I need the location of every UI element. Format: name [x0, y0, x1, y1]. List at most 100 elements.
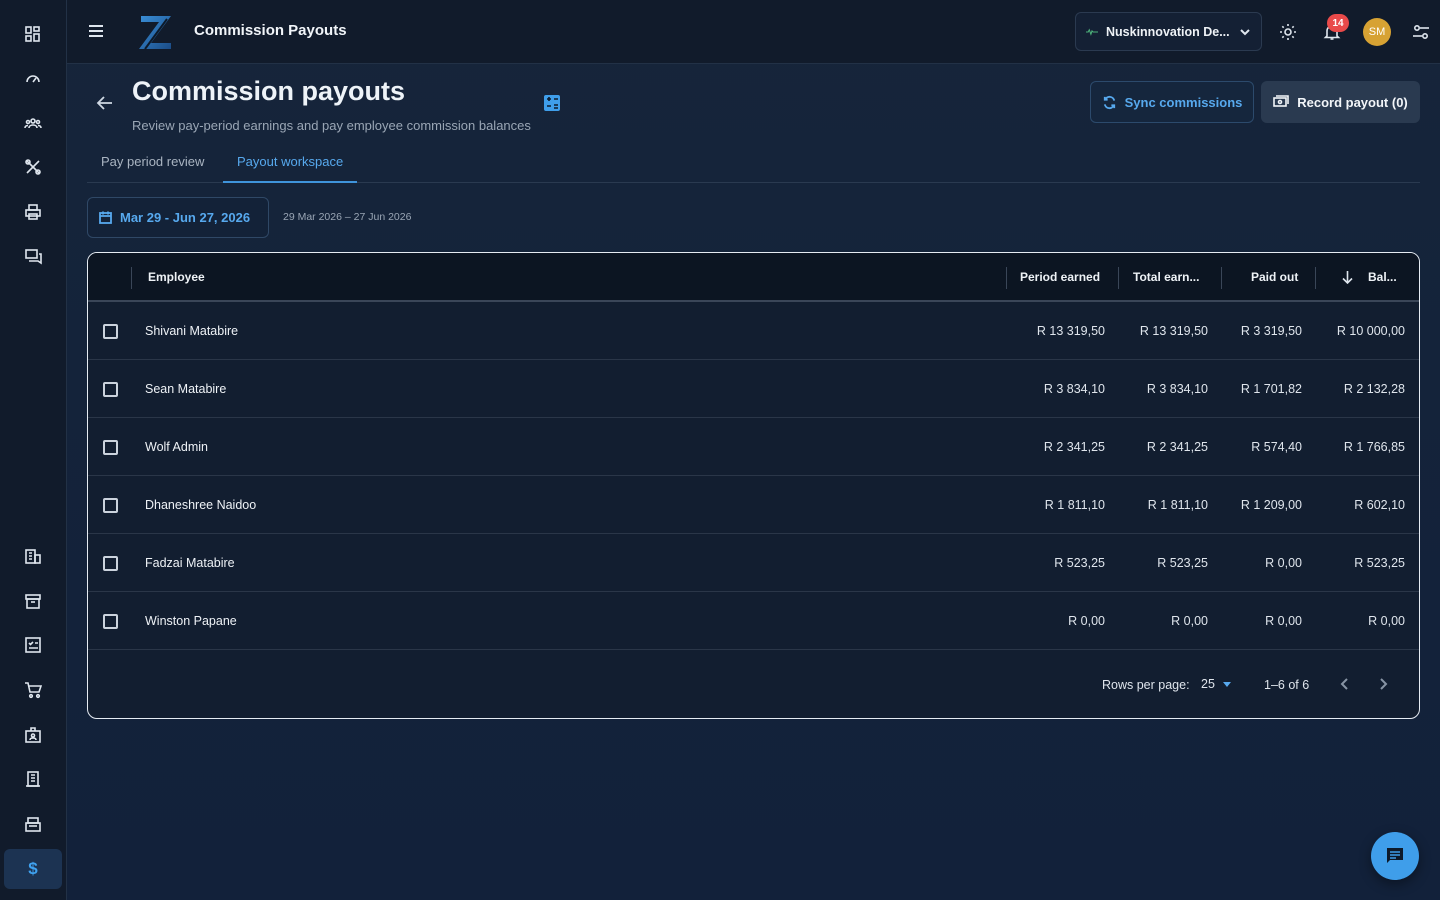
column-separator	[1221, 267, 1222, 289]
paid-out: R 3 319,50	[1240, 324, 1302, 338]
sync-commissions-label: Sync commissions	[1124, 94, 1243, 110]
sidebar-item-tools[interactable]	[4, 147, 62, 187]
page-subtitle: Review pay-period earnings and pay emplo…	[132, 118, 531, 133]
sync-commissions-button[interactable]: Sync commissions	[1090, 81, 1254, 123]
employee-name: Shivani Matabire	[145, 324, 239, 338]
paid-out: R 1 209,00	[1240, 498, 1302, 512]
sidebar-item-people[interactable]	[4, 103, 62, 143]
menu-icon[interactable]	[89, 22, 109, 42]
chevron-left-icon	[1340, 678, 1348, 690]
employee-name: Wolf Admin	[145, 440, 208, 454]
sidebar-item-print[interactable]	[4, 192, 62, 232]
record-payout-label: Record payout (0)	[1297, 94, 1408, 110]
caret-down-icon	[1222, 681, 1231, 687]
calculator-icon[interactable]	[543, 94, 561, 112]
sidebar-item-sales[interactable]	[4, 670, 62, 710]
employee-name: Winston Papane	[145, 614, 237, 628]
period-earned: R 523,25	[1054, 556, 1105, 570]
record-payout-button[interactable]: Record payout (0)	[1261, 81, 1420, 123]
balance: R 2 132,28	[1343, 382, 1405, 396]
column-header-total-earned[interactable]: Total earn...	[1133, 270, 1199, 284]
column-header-employee[interactable]: Employee	[148, 270, 205, 284]
paid-out: R 0,00	[1265, 614, 1302, 628]
payment-icon	[1273, 95, 1290, 107]
app-title: Commission Payouts	[194, 22, 347, 39]
settings-button[interactable]	[1409, 20, 1433, 44]
sidebar-item-messages[interactable]	[4, 236, 62, 276]
organization-select[interactable]: Nuskinnovation De...	[1075, 12, 1262, 51]
paid-out: R 574,40	[1251, 440, 1302, 454]
sidebar-item-commissions[interactable]: $	[4, 849, 62, 889]
column-separator	[131, 267, 132, 289]
column-header-paid-out[interactable]: Paid out	[1251, 270, 1298, 284]
message-icon	[1387, 848, 1403, 863]
building-icon	[25, 549, 41, 564]
row-checkbox[interactable]	[103, 614, 118, 629]
payouts-table: Employee Period earned Total earn... Pai…	[87, 252, 1420, 719]
table-row[interactable]: Sean Matabire R 3 834,10 R 3 834,10 R 1 …	[88, 360, 1419, 418]
balance: R 523,25	[1354, 556, 1405, 570]
balance: R 0,00	[1368, 614, 1405, 628]
people-icon	[24, 118, 42, 129]
sidebar-item-tasks[interactable]	[4, 625, 62, 665]
date-range-label: Mar 29 - Jun 27, 2026	[120, 210, 251, 225]
sun-icon	[1280, 24, 1296, 40]
table-header: Employee Period earned Total earn... Pai…	[88, 253, 1419, 302]
sidebar: $	[0, 0, 67, 900]
employee-name: Sean Matabire	[145, 382, 227, 396]
chevron-right-icon	[1380, 678, 1388, 690]
date-range-caption: 29 Mar 2026 – 27 Jun 2026	[283, 211, 412, 223]
user-avatar[interactable]: SM	[1363, 18, 1391, 46]
chat-support-button[interactable]	[1371, 832, 1419, 880]
pagination-range: 1–6 of 6	[1264, 678, 1310, 692]
row-checkbox[interactable]	[103, 324, 118, 339]
table-row[interactable]: Winston Papane R 0,00 R 0,00 R 0,00 R 0,…	[88, 592, 1419, 650]
table-pagination: Rows per page: 25 1–6 of 6	[88, 652, 1419, 718]
row-checkbox[interactable]	[103, 382, 118, 397]
sidebar-item-register[interactable]	[4, 804, 62, 844]
table-row[interactable]: Dhaneshree Naidoo R 1 811,10 R 1 811,10 …	[88, 476, 1419, 534]
column-header-period-earned[interactable]: Period earned	[1020, 270, 1100, 284]
row-checkbox[interactable]	[103, 498, 118, 513]
column-separator	[1006, 267, 1007, 289]
next-page-button[interactable]	[1375, 676, 1391, 692]
chat-icon	[25, 249, 42, 265]
row-checkbox[interactable]	[103, 440, 118, 455]
tools-icon	[25, 159, 41, 175]
archive-icon	[25, 594, 41, 609]
back-button[interactable]	[95, 93, 115, 113]
tab-pay-period-review[interactable]: Pay period review	[87, 142, 218, 183]
chevron-down-icon	[1240, 28, 1250, 35]
balance: R 10 000,00	[1336, 324, 1405, 338]
gauge-icon	[26, 75, 40, 83]
sidebar-item-staff[interactable]	[4, 715, 62, 755]
id-badge-icon	[25, 727, 41, 743]
sync-icon	[1103, 95, 1115, 109]
balance: R 1 766,85	[1343, 440, 1405, 454]
table-row[interactable]: Fadzai Matabire R 523,25 R 523,25 R 0,00…	[88, 534, 1419, 592]
topbar: Commission Payouts Nuskinnovation De... …	[67, 0, 1440, 64]
sidebar-item-reports[interactable]	[4, 759, 62, 799]
sidebar-item-performance[interactable]	[4, 58, 62, 98]
date-range-picker[interactable]: Mar 29 - Jun 27, 2026	[87, 197, 269, 238]
sidebar-item-dashboard[interactable]	[4, 14, 62, 54]
row-checkbox[interactable]	[103, 556, 118, 571]
calendar-icon	[99, 211, 112, 224]
tab-payout-workspace[interactable]: Payout workspace	[223, 142, 358, 183]
sort-arrow-down-icon[interactable]	[1341, 270, 1354, 284]
column-header-balance[interactable]: Bal...	[1368, 270, 1397, 284]
sidebar-item-company[interactable]	[4, 536, 62, 576]
previous-page-button[interactable]	[1337, 676, 1353, 692]
theme-toggle[interactable]	[1276, 20, 1300, 44]
table-row[interactable]: Shivani Matabire R 13 319,50 R 13 319,50…	[88, 302, 1419, 360]
employee-name: Fadzai Matabire	[145, 556, 235, 570]
organization-name: Nuskinnovation De...	[1106, 24, 1230, 39]
paid-out: R 0,00	[1265, 556, 1302, 570]
paid-out: R 1 701,82	[1240, 382, 1302, 396]
employee-name: Dhaneshree Naidoo	[145, 498, 257, 512]
arrow-left-icon	[96, 96, 112, 110]
rows-per-page-value: 25	[1201, 677, 1215, 691]
table-row[interactable]: Wolf Admin R 2 341,25 R 2 341,25 R 574,4…	[88, 418, 1419, 476]
rows-per-page-select[interactable]: 25	[1201, 677, 1231, 691]
sidebar-item-archive[interactable]	[4, 581, 62, 621]
